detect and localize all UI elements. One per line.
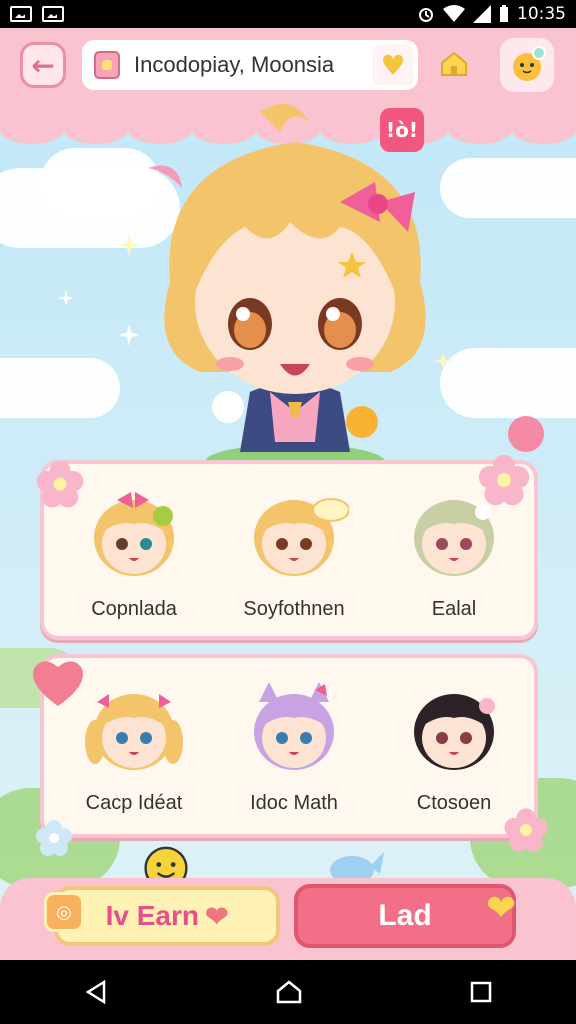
page-title: Incodopiay, Moonsia [134, 52, 335, 77]
system-nav-bar [0, 960, 576, 1024]
character-name: Idoc Math [250, 792, 338, 814]
flower-icon [478, 454, 530, 506]
earn-label: Iv Earn [105, 900, 199, 931]
character-avatar [94, 492, 174, 576]
character-card[interactable]: Ctosoen [374, 672, 534, 822]
character-avatar [85, 694, 183, 770]
character-name: Copnlada [91, 598, 177, 620]
character-avatar [414, 694, 495, 770]
flower-icon [36, 820, 72, 856]
pink-bubble [508, 416, 544, 452]
heart-icon: ♥ [380, 48, 406, 82]
cloud [0, 358, 120, 418]
heart-decoration-icon [33, 661, 84, 706]
hero-character[interactable] [140, 102, 450, 482]
character-card[interactable]: Idoc Math [214, 672, 374, 822]
status-left [10, 6, 64, 22]
heart-icon: ❤ [486, 888, 517, 929]
sparkle-icon [58, 290, 74, 306]
coin-icon: ◎ [44, 892, 84, 932]
status-right: 10:35 [417, 4, 566, 24]
app-screen: ← Incodopiay, Moonsia ♥ !ò! Copnlada Soy… [0, 28, 576, 960]
back-button[interactable]: ← [20, 42, 66, 88]
status-bar: 10:35 [0, 0, 576, 28]
home-icon [441, 51, 467, 76]
pet-avatar-icon [513, 46, 546, 81]
character-avatar [254, 498, 349, 576]
heart-icon: ❤ [204, 900, 229, 932]
wifi-icon [443, 5, 465, 22]
load-label: Lad [378, 899, 432, 932]
signal-icon [473, 5, 491, 23]
bag-icon [94, 51, 120, 79]
flower-icon [36, 460, 84, 508]
title-bar: Incodopiay, Moonsia [82, 40, 418, 90]
sparkle-icon [118, 234, 140, 256]
gallery-notification-icon [10, 6, 32, 22]
profile-button[interactable] [500, 38, 554, 92]
character-row-1: Copnlada Soyfothnen Ealal [40, 460, 538, 640]
favorite-button[interactable]: ♥ [372, 44, 414, 86]
cloud [440, 158, 576, 218]
character-name: Soyfothnen [243, 598, 345, 620]
load-button[interactable]: Lad [294, 884, 516, 948]
character-card[interactable]: Soyfothnen [214, 478, 374, 628]
character-row-2: Cacp Idéat Idoc Math Ctosoen [40, 654, 538, 838]
flower-icon [504, 808, 548, 852]
battery-icon [500, 5, 508, 22]
earn-button[interactable]: Iv Earn ❤ [54, 886, 280, 946]
home-nav-icon[interactable] [275, 979, 303, 1005]
recents-nav-icon[interactable] [470, 981, 492, 1003]
sparkle-icon [118, 324, 140, 346]
back-nav-icon[interactable] [84, 979, 108, 1005]
character-name: Cacp Idéat [85, 792, 183, 814]
arrow-left-icon: ← [31, 48, 55, 82]
home-button[interactable] [438, 48, 470, 80]
character-avatar [254, 682, 334, 770]
cloud [440, 348, 576, 418]
alarm-icon [419, 8, 433, 22]
character-name: Ealal [431, 598, 477, 620]
status-time: 10:35 [517, 4, 566, 24]
photo-notification-icon [42, 6, 64, 22]
